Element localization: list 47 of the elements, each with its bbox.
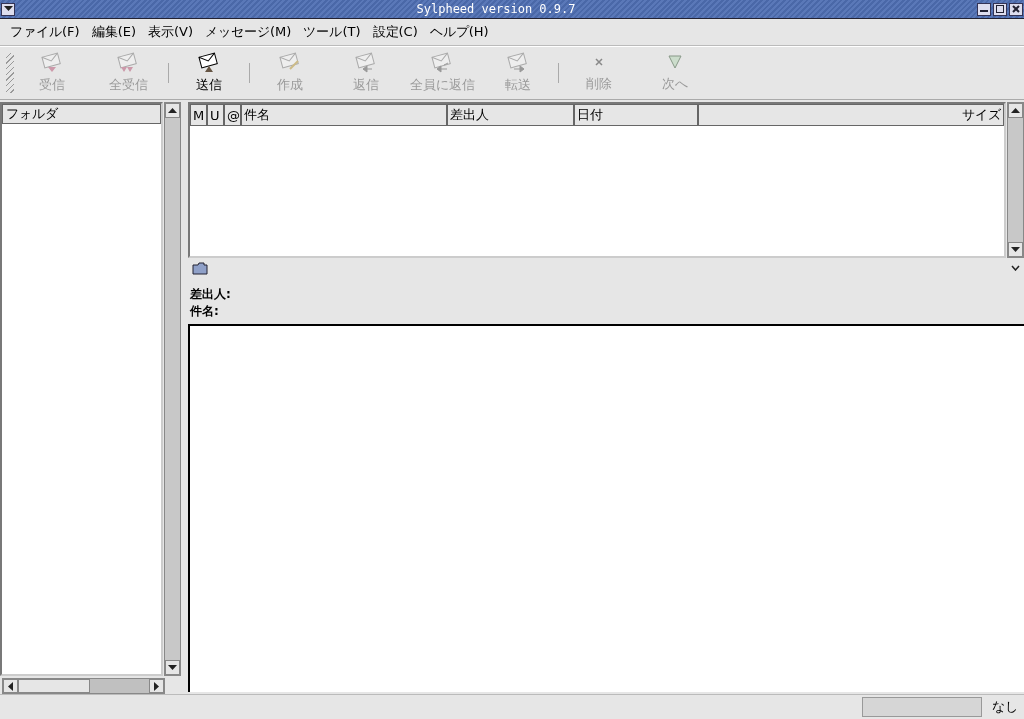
column-header[interactable]: 件名 <box>241 104 447 126</box>
caret-icon <box>3 6 13 12</box>
folder-list[interactable]: フォルダ <box>0 102 163 676</box>
toolbar-button[interactable]: 送信 <box>171 49 247 97</box>
vertical-scrollbar[interactable] <box>164 102 181 676</box>
folder-icon <box>192 261 208 275</box>
close-icon <box>1012 5 1020 13</box>
minimize-button[interactable] <box>977 2 991 16</box>
window-title: Sylpheed version 0.9.7 <box>415 2 577 16</box>
column-header[interactable]: @ <box>224 104 241 126</box>
envelope-icon <box>197 52 221 74</box>
message-list[interactable]: M U @ 件名 差出人 日付 サイズ <box>188 102 1006 258</box>
vertical-scrollbar[interactable] <box>1007 102 1024 258</box>
left-arrow-icon <box>7 681 14 691</box>
close-button[interactable] <box>1009 2 1023 16</box>
column-header[interactable]: 日付 <box>574 104 698 126</box>
column-header[interactable]: M <box>190 104 207 126</box>
menu-item[interactable]: 表示(V) <box>142 23 200 41</box>
status-text: なし <box>992 698 1018 716</box>
maximize-button[interactable] <box>993 2 1007 16</box>
down-arrow-icon <box>168 664 177 671</box>
down-arrow-icon <box>1011 246 1020 253</box>
column-header[interactable]: フォルダ <box>2 104 161 124</box>
toolbar-grip[interactable] <box>6 53 14 93</box>
horizontal-scrollbar[interactable] <box>2 678 165 694</box>
up-arrow-icon <box>168 107 177 114</box>
envelope-icon <box>40 52 64 74</box>
menu-item[interactable]: 設定(C) <box>366 23 424 41</box>
right-arrow-icon <box>153 681 160 691</box>
column-header[interactable]: 差出人 <box>447 104 574 126</box>
menu-item[interactable]: メッセージ(M) <box>199 23 298 41</box>
envelope-icon <box>354 52 378 74</box>
envelope-icon <box>506 52 530 74</box>
chevron-down-icon <box>1011 265 1020 271</box>
menu-item[interactable]: ヘルプ(H) <box>423 23 495 41</box>
column-header[interactable]: U <box>207 104 224 126</box>
up-arrow-icon <box>1011 107 1020 114</box>
window-menu-button[interactable] <box>1 2 15 16</box>
envelope-icon <box>116 52 140 74</box>
menu-item[interactable]: 編集(E) <box>85 23 142 41</box>
maximize-icon <box>996 5 1004 13</box>
header-label: 差出人: <box>190 286 232 303</box>
header-label: 件名: <box>190 303 220 320</box>
column-header[interactable]: サイズ <box>698 104 1004 126</box>
menu-item[interactable]: ツール(T) <box>297 23 367 41</box>
envelope-icon <box>430 52 454 74</box>
menu-item[interactable]: ファイル(F) <box>4 23 86 41</box>
